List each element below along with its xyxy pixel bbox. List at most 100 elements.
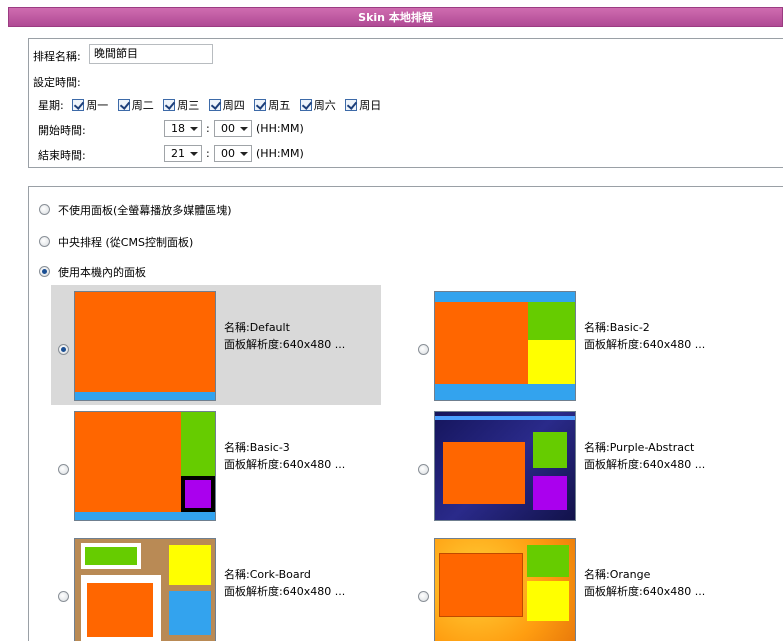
option-central-label: 中央排程 (從CMS控制面板)	[58, 236, 194, 249]
day-label-thu: 周四	[222, 99, 245, 112]
thumb-side-top	[527, 545, 569, 577]
panel-resolution: 面板解析度:640x480 ...	[584, 458, 706, 471]
thumb-side-bottom	[528, 340, 575, 384]
panel-resolution: 面板解析度:640x480 ...	[584, 585, 706, 598]
thumb-side-bottom	[533, 476, 567, 510]
checkbox-mon[interactable]	[72, 99, 85, 111]
end-time-label: 結束時間:	[38, 149, 86, 162]
panel-info-basic-2: 名稱:Basic-2 面板解析度:640x480 ...	[584, 319, 705, 353]
start-hour-value: 18	[171, 122, 185, 135]
weekday-row: 星期: 周一 周二 周三 周四 周五 周六 周日	[38, 97, 387, 113]
panel-card-basic-2[interactable]: 名稱:Basic-2 面板解析度:640x480 ...	[411, 285, 741, 405]
checkbox-fri[interactable]	[254, 99, 267, 111]
time-separator: :	[206, 122, 210, 135]
thumb-side-top	[181, 412, 215, 476]
start-time-label: 開始時間:	[38, 124, 86, 137]
panel-info-default: 名稱:Default 面板解析度:640x480 ...	[224, 319, 345, 353]
day-label-wed: 周三	[177, 99, 200, 112]
panel-resolution: 面板解析度:640x480 ...	[224, 338, 346, 351]
end-hour-select[interactable]: 21	[164, 145, 202, 162]
thumb-accent-line	[435, 416, 575, 420]
panel-thumbnail-orange[interactable]	[434, 538, 576, 641]
panel-radio-cork-board[interactable]	[58, 591, 69, 602]
thumb-side-middle	[169, 545, 211, 585]
panel-name: 名稱:Default	[224, 321, 290, 334]
checkbox-sat[interactable]	[299, 99, 312, 111]
thumb-main-area	[435, 302, 528, 384]
panel-thumbnail-basic-3[interactable]	[74, 411, 216, 521]
panel-info-orange: 名稱:Orange 面板解析度:640x480 ...	[584, 566, 705, 600]
panel-card-purple-abstract[interactable]: 名稱:Purple-Abstract 面板解析度:640x480 ...	[411, 405, 741, 525]
radio-central[interactable]	[39, 236, 50, 247]
panel-radio-orange[interactable]	[418, 591, 429, 602]
checkbox-tue[interactable]	[117, 99, 130, 111]
chevron-down-icon	[190, 127, 198, 131]
schedule-name-label: 排程名稱:	[33, 50, 81, 63]
layout-selection-panel: 不使用面板(全螢幕播放多媒體區塊) 中央排程 (從CMS控制面板) 使用本機內的…	[28, 186, 783, 641]
option-local-label: 使用本機內的面板	[58, 266, 146, 279]
panel-name: 名稱:Orange	[584, 568, 651, 581]
panel-thumbnail-cork-board[interactable]	[74, 538, 216, 641]
end-time-format: (HH:MM)	[256, 147, 304, 160]
panel-radio-basic-2[interactable]	[418, 344, 429, 355]
panel-radio-purple-abstract[interactable]	[418, 464, 429, 475]
option-no-panel-label: 不使用面板(全螢幕播放多媒體區塊)	[58, 204, 232, 217]
time-separator: :	[206, 147, 210, 160]
thumb-main-area	[443, 442, 525, 504]
panel-resolution: 面板解析度:640x480 ...	[584, 338, 706, 351]
checkbox-thu[interactable]	[208, 99, 221, 111]
schedule-name-input[interactable]: 晚間節目	[89, 44, 213, 64]
checkbox-wed[interactable]	[163, 99, 176, 111]
panel-radio-default[interactable]	[58, 344, 69, 355]
panel-thumbnail-default[interactable]	[74, 291, 216, 401]
panel-resolution: 面板解析度:640x480 ...	[224, 458, 346, 471]
option-no-panel[interactable]: 不使用面板(全螢幕播放多媒體區塊)	[39, 202, 232, 218]
panel-radio-basic-3[interactable]	[58, 464, 69, 475]
panel-card-basic-3[interactable]: 名稱:Basic-3 面板解析度:640x480 ...	[51, 405, 381, 525]
thumb-side-bottom	[169, 591, 211, 635]
radio-no-panel[interactable]	[39, 204, 50, 215]
end-minute-value: 00	[221, 147, 235, 160]
thumb-footer-bar	[75, 512, 215, 520]
panel-thumbnail-purple-abstract[interactable]	[434, 411, 576, 521]
thumb-footer-bar	[75, 392, 215, 400]
start-minute-value: 00	[221, 122, 235, 135]
end-hour-value: 21	[171, 147, 185, 160]
start-minute-select[interactable]: 00	[214, 120, 252, 137]
panel-name: 名稱:Basic-2	[584, 321, 650, 334]
chevron-down-icon	[240, 152, 248, 156]
chevron-down-icon	[240, 127, 248, 131]
day-label-sat: 周六	[313, 99, 336, 112]
panel-card-cork-board[interactable]: 名稱:Cork-Board 面板解析度:640x480 ...	[51, 532, 381, 641]
panel-name: 名稱:Cork-Board	[224, 568, 311, 581]
panel-info-basic-3: 名稱:Basic-3 面板解析度:640x480 ...	[224, 439, 345, 473]
thumb-side-bottom	[185, 480, 211, 508]
radio-local[interactable]	[39, 266, 50, 277]
panel-name: 名稱:Basic-3	[224, 441, 290, 454]
thumb-side-top	[528, 302, 575, 340]
weekday-label: 星期:	[38, 99, 64, 112]
panel-card-orange[interactable]: 名稱:Orange 面板解析度:640x480 ...	[411, 532, 741, 641]
panel-card-default[interactable]: 名稱:Default 面板解析度:640x480 ...	[51, 285, 381, 405]
page-title: Skin 本地排程	[8, 7, 783, 27]
day-label-fri: 周五	[268, 99, 291, 112]
panel-info-purple-abstract: 名稱:Purple-Abstract 面板解析度:640x480 ...	[584, 439, 705, 473]
start-hour-select[interactable]: 18	[164, 120, 202, 137]
panel-thumbnail-basic-2[interactable]	[434, 291, 576, 401]
schedule-settings-panel: 排程名稱: 晚間節目 設定時間: 星期: 周一 周二 周三 周四 周五 周六 周…	[28, 38, 783, 168]
checkbox-sun[interactable]	[345, 99, 358, 111]
thumb-side-top	[533, 432, 567, 468]
end-minute-select[interactable]: 00	[214, 145, 252, 162]
chevron-down-icon	[190, 152, 198, 156]
panel-resolution: 面板解析度:640x480 ...	[224, 585, 346, 598]
time-settings-label: 設定時間:	[33, 76, 81, 89]
thumb-side-bottom	[527, 581, 569, 621]
option-central[interactable]: 中央排程 (從CMS控制面板)	[39, 234, 193, 250]
day-label-tue: 周二	[131, 99, 154, 112]
thumb-side-top	[85, 547, 137, 565]
start-time-format: (HH:MM)	[256, 122, 304, 135]
thumb-main-area	[87, 583, 153, 637]
option-local[interactable]: 使用本機內的面板	[39, 264, 146, 280]
thumb-main-area	[439, 553, 523, 617]
day-label-mon: 周一	[86, 99, 109, 112]
